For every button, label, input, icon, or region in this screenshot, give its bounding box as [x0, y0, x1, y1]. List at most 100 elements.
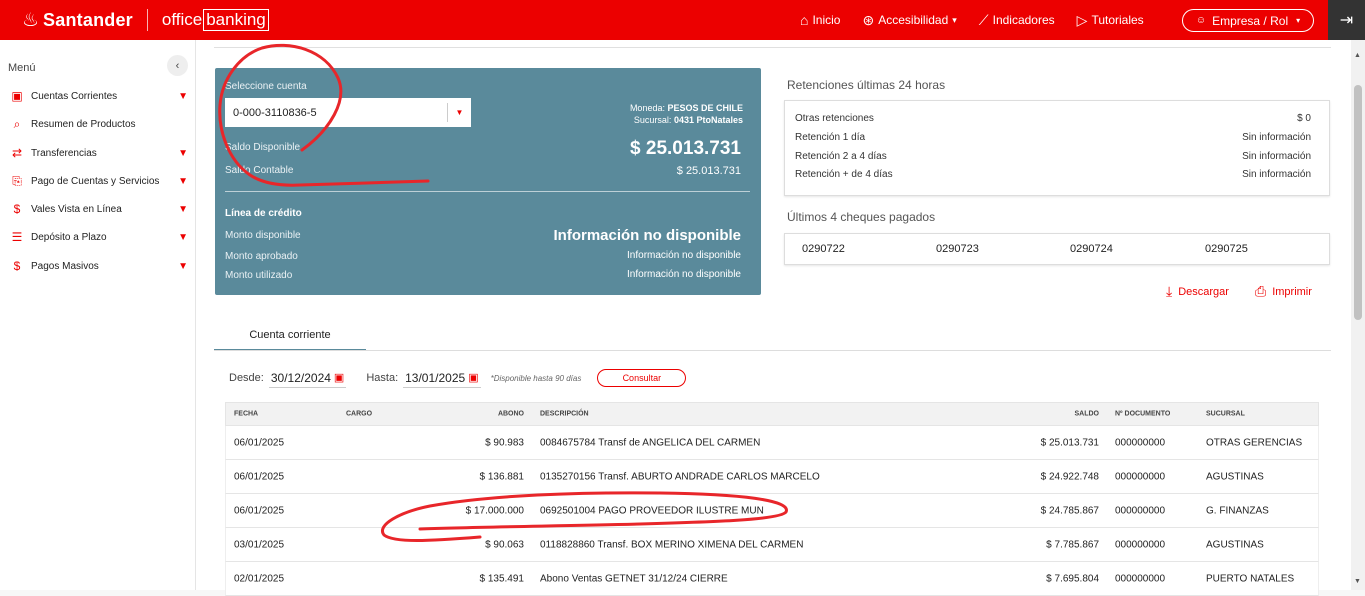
sidebar-item-transferencias[interactable]: ⇄ Transferencias ▼ — [8, 143, 190, 163]
cell-abono: $ 135.491 — [479, 573, 525, 584]
header-fecha[interactable]: FECHA — [234, 411, 258, 418]
table-row[interactable]: 06/01/2025 $ 90.983 0084675784 Transf de… — [225, 426, 1319, 460]
sidebar-item-pago-cuentas[interactable]: ⎘ Pago de Cuentas y Servicios ▼ — [8, 171, 190, 191]
header-descripcion[interactable]: DESCRIPCIÓN — [540, 411, 589, 418]
header-documento[interactable]: Nº DOCUMENTO — [1115, 411, 1170, 418]
table-row[interactable]: 06/01/2025 $ 17.000.000 0692501004 PAGO … — [225, 494, 1319, 528]
cell-fecha: 06/01/2025 — [234, 505, 285, 516]
tab-divider — [214, 350, 1331, 351]
account-select-value: 0-000-3110836-5 — [233, 106, 317, 119]
print-button[interactable]: ⎙ Imprimir — [1255, 283, 1312, 300]
from-date-field[interactable]: 30/12/2024 ▣ — [268, 368, 347, 388]
to-date-value: 13/01/2025 — [405, 370, 466, 385]
cell-fecha: 02/01/2025 — [234, 573, 285, 584]
home-icon: ⌂ — [800, 12, 809, 28]
page-scrollbar[interactable]: ▲ ▼ — [1351, 40, 1365, 590]
chevron-down-icon: ▼ — [178, 260, 188, 272]
sidebar-item-label: Vales Vista en Línea — [31, 203, 122, 215]
account-select[interactable]: 0-000-3110836-5 ▼ — [225, 98, 471, 127]
cell-abono: $ 136.881 — [479, 471, 525, 482]
nav-indicadores[interactable]: ⟋ Indicadores — [979, 12, 1055, 29]
nav-accesibilidad[interactable]: ⊛ Accesibilidad ▾ — [862, 12, 956, 29]
consultar-button[interactable]: Consultar — [597, 369, 687, 387]
sidebar-item-vales-vista[interactable]: $ Vales Vista en Línea ▼ — [8, 199, 190, 219]
transfer-icon: ⇄ — [11, 146, 23, 160]
scroll-up-icon[interactable]: ▲ — [1354, 52, 1361, 59]
header-cargo[interactable]: CARGO — [346, 411, 372, 418]
sidebar-item-pagos-masivos[interactable]: $ Pagos Masivos ▼ — [8, 256, 190, 276]
chevron-down-icon: ▼ — [178, 147, 188, 159]
money-icon: ▣ — [11, 89, 23, 103]
account-meta: Moneda: PESOS DE CHILE Sucursal: 0431 Pt… — [630, 102, 743, 126]
credit-used-value: Información no disponible — [627, 269, 741, 280]
sidebar-item-label: Pago de Cuentas y Servicios — [31, 175, 160, 187]
role-button-label: Empresa / Rol — [1212, 13, 1289, 28]
retention-label: Retención 1 día — [795, 132, 866, 143]
calendar-icon[interactable]: ▣ — [334, 371, 344, 384]
caret-down-icon[interactable]: ▼ — [447, 103, 471, 122]
nav-tutoriales[interactable]: ▷ Tutoriales — [1077, 12, 1144, 29]
chevron-down-icon: ▼ — [178, 90, 188, 102]
sidebar-item-deposito-plazo[interactable]: ☰ Depósito a Plazo ▼ — [8, 227, 190, 247]
collapse-sidebar-button[interactable]: ‹ — [167, 55, 188, 76]
branch-label: Sucursal: — [633, 115, 672, 125]
available-balance-label: Saldo Disponible — [225, 142, 301, 153]
nav-accesibilidad-label: Accesibilidad — [878, 13, 949, 27]
table-row[interactable]: 03/01/2025 $ 90.063 0118828860 Transf. B… — [225, 528, 1319, 562]
header-saldo[interactable]: SALDO — [1075, 411, 1100, 418]
cell-descripcion: Abono Ventas GETNET 31/12/24 CIERRE — [540, 573, 728, 584]
cell-documento: 000000000 — [1115, 539, 1166, 550]
download-button[interactable]: ⤓ Descargar — [1166, 283, 1229, 300]
cheques-panel: 0290722 0290723 0290724 0290725 — [784, 233, 1330, 265]
credit-available-label: Monto disponible — [225, 230, 301, 241]
cheque-number: 0290724 — [1070, 243, 1113, 255]
calendar-icon[interactable]: ▣ — [468, 371, 478, 384]
print-label: Imprimir — [1272, 285, 1312, 298]
retention-label: Retención + de 4 días — [795, 169, 893, 180]
retentions-panel: Otras retenciones $ 0 Retención 1 día Si… — [784, 100, 1330, 196]
cheque-number: 0290725 — [1205, 243, 1248, 255]
available-balance-value: $ 25.013.731 — [630, 138, 741, 159]
scrollbar-thumb[interactable] — [1354, 85, 1362, 320]
play-icon: ▷ — [1076, 11, 1088, 28]
sidebar-item-resumen-productos[interactable]: ⌕ Resumen de Productos — [8, 114, 190, 134]
account-card: Seleccione cuenta 0-000-3110836-5 ▼ Mone… — [215, 68, 761, 295]
brand-logo[interactable]: ♨ Santander office banking — [0, 0, 269, 40]
chevron-down-icon: ▾ — [1296, 16, 1301, 25]
cell-descripcion: 0135270156 Transf. ABURTO ANDRADE CARLOS… — [540, 471, 820, 482]
retention-row: Retención 1 día Sin información — [795, 132, 1311, 143]
search-chart-icon: ⌕ — [13, 116, 21, 131]
cell-fecha: 06/01/2025 — [234, 471, 285, 482]
currency-label: Moneda: — [629, 103, 665, 113]
cell-documento: 000000000 — [1115, 471, 1166, 482]
brand-separator — [146, 9, 148, 31]
chevron-left-icon: ‹ — [175, 59, 180, 72]
sidebar-item-label: Cuentas Corrientes — [31, 90, 118, 102]
sidebar-item-cuentas-corrientes[interactable]: ▣ Cuentas Corrientes ▼ — [8, 86, 190, 106]
table-row[interactable]: 02/01/2025 $ 135.491 Abono Ventas GETNET… — [225, 562, 1319, 596]
to-label: Hasta: — [366, 372, 399, 384]
to-date-field[interactable]: 13/01/2025 ▣ — [403, 368, 481, 388]
tab-cuenta-corriente[interactable]: Cuenta corriente — [214, 320, 366, 351]
accounting-balance-label: Saldo Contable — [225, 165, 294, 176]
cell-saldo: $ 7.785.867 — [1046, 539, 1099, 550]
accounting-balance-value: $ 25.013.731 — [676, 165, 741, 177]
scroll-down-icon[interactable]: ▼ — [1354, 578, 1361, 585]
role-button[interactable]: ☺ Empresa / Rol ▾ — [1182, 9, 1314, 32]
branch-value: 0431 PtoNatales — [673, 115, 743, 125]
main-content: Seleccione cuenta 0-000-3110836-5 ▼ Mone… — [196, 40, 1351, 596]
nav-inicio-label: Inicio — [812, 13, 841, 27]
cheques-title: Últimos 4 cheques pagados — [787, 210, 936, 224]
nav-inicio[interactable]: ⌂ Inicio — [800, 12, 840, 28]
chevron-down-icon: ▼ — [178, 231, 188, 243]
header-abono[interactable]: ABONO — [498, 411, 524, 418]
credit-used-label: Monto utilizado — [225, 270, 293, 281]
cell-documento: 000000000 — [1115, 437, 1166, 448]
cell-sucursal: AGUSTINAS — [1206, 471, 1264, 482]
logout-button[interactable]: ⇥ — [1328, 0, 1365, 40]
brand-name: Santander — [43, 9, 133, 30]
printer-icon: ⎙ — [1255, 283, 1267, 299]
retention-value: Sin información — [1242, 169, 1311, 180]
table-row[interactable]: 06/01/2025 $ 136.881 0135270156 Transf. … — [225, 460, 1319, 494]
header-sucursal[interactable]: SUCURSAL — [1206, 411, 1245, 418]
